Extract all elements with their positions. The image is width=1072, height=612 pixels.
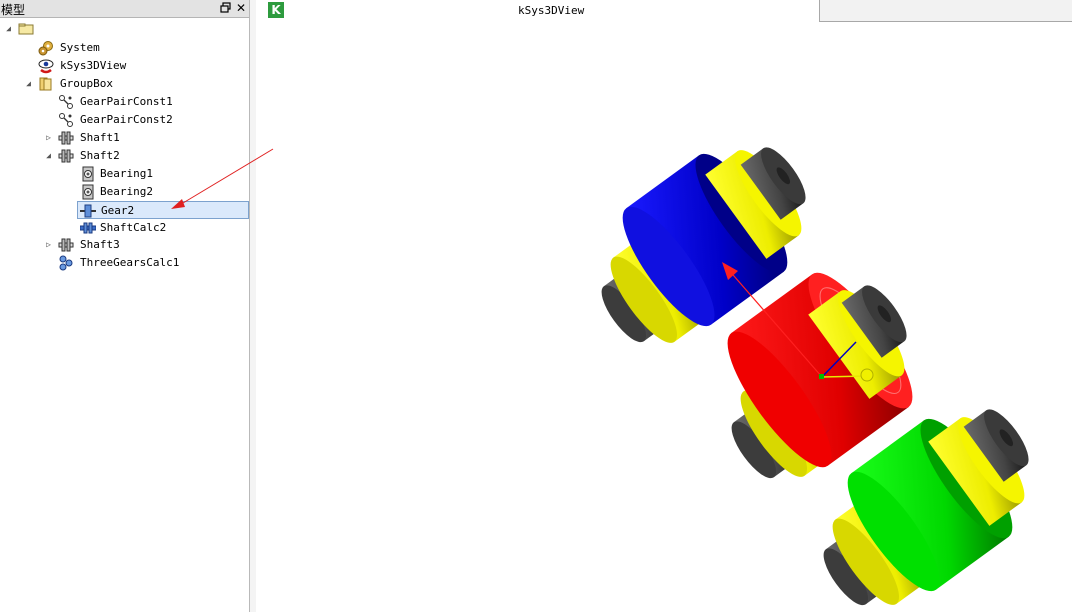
- panel-title: 模型: [1, 3, 26, 17]
- close-icon[interactable]: ✕: [233, 0, 249, 17]
- panel-header: 模型 ✕: [0, 0, 249, 18]
- shaft-icon: [58, 237, 74, 253]
- tree-item-bearing2[interactable]: Bearing2: [0, 183, 249, 200]
- tree-item-shaftcalc2[interactable]: ShaftCalc2: [0, 219, 249, 236]
- tree-item-system[interactable]: System: [0, 39, 249, 56]
- shaft-calc-icon: [79, 220, 97, 236]
- tree-item-gear2[interactable]: Gear2: [77, 201, 249, 219]
- bearing-icon: [80, 184, 96, 200]
- system-gears-icon: [38, 40, 54, 56]
- tree-item-threegearscalc1[interactable]: ThreeGearsCalc1: [0, 254, 249, 271]
- tree-item-label: Shaft1: [80, 131, 120, 144]
- expand-icon[interactable]: ▷: [44, 236, 53, 253]
- collapse-icon[interactable]: ◢: [24, 75, 33, 92]
- tree-item-label: kSys3DView: [60, 59, 127, 72]
- tree-item-gearpairconst2[interactable]: GearPairConst2: [0, 111, 249, 128]
- tree-root[interactable]: ◢: [0, 20, 249, 37]
- tree-item-label: GearPairConst2: [80, 113, 173, 126]
- tree-item-label: GroupBox: [60, 77, 113, 90]
- shaft-icon: [58, 148, 74, 164]
- tree-item-label: Shaft2: [80, 149, 120, 162]
- 3d-view[interactable]: K kSys3DView: [256, 0, 1072, 612]
- expand-icon[interactable]: ▷: [44, 129, 53, 146]
- tree-item-groupbox[interactable]: ◢ GroupBox: [0, 75, 249, 92]
- model-panel: 模型 ✕ ◢ System kSys3DView ◢ GroupBox Gear…: [0, 0, 250, 612]
- constraint-icon: [58, 94, 74, 110]
- gear-part-icon: [80, 203, 96, 219]
- tree-item-shaft1[interactable]: ▷ Shaft1: [0, 129, 249, 146]
- triad-origin: [819, 374, 824, 379]
- tree-item-ksys3dview[interactable]: kSys3DView: [0, 57, 249, 74]
- collapse-icon[interactable]: ◢: [44, 147, 53, 164]
- tree-item-label: ThreeGearsCalc1: [80, 256, 180, 269]
- tree-item-label: Shaft3: [80, 238, 120, 251]
- shaft-icon: [58, 130, 74, 146]
- tree-item-shaft2[interactable]: ◢ Shaft2: [0, 147, 249, 164]
- tree-item-label: Gear2: [101, 204, 135, 217]
- folder-icon: [38, 76, 54, 92]
- gears-calc-icon: [58, 255, 74, 271]
- 3d-scene[interactable]: [256, 0, 1072, 612]
- tree-item-label: Bearing1: [100, 167, 153, 180]
- collapse-icon[interactable]: ◢: [4, 20, 13, 37]
- restore-icon[interactable]: [218, 0, 234, 17]
- tree-item-label: ShaftCalc2: [100, 221, 167, 234]
- tree-item-shaft3[interactable]: ▷ Shaft3: [0, 236, 249, 253]
- y-axis-handle[interactable]: [860, 368, 874, 382]
- y-axis-line: [821, 375, 868, 378]
- tree-item-label: System: [60, 41, 100, 54]
- tree-item-gearpairconst1[interactable]: GearPairConst1: [0, 93, 249, 110]
- bearing-icon: [80, 166, 96, 182]
- constraint-icon: [58, 112, 74, 128]
- folder-icon: [18, 21, 34, 37]
- tree-item-bearing1[interactable]: Bearing1: [0, 165, 249, 182]
- tree-item-label: GearPairConst1: [80, 95, 173, 108]
- tree-item-label: Bearing2: [100, 185, 153, 198]
- eye-icon: [38, 58, 54, 74]
